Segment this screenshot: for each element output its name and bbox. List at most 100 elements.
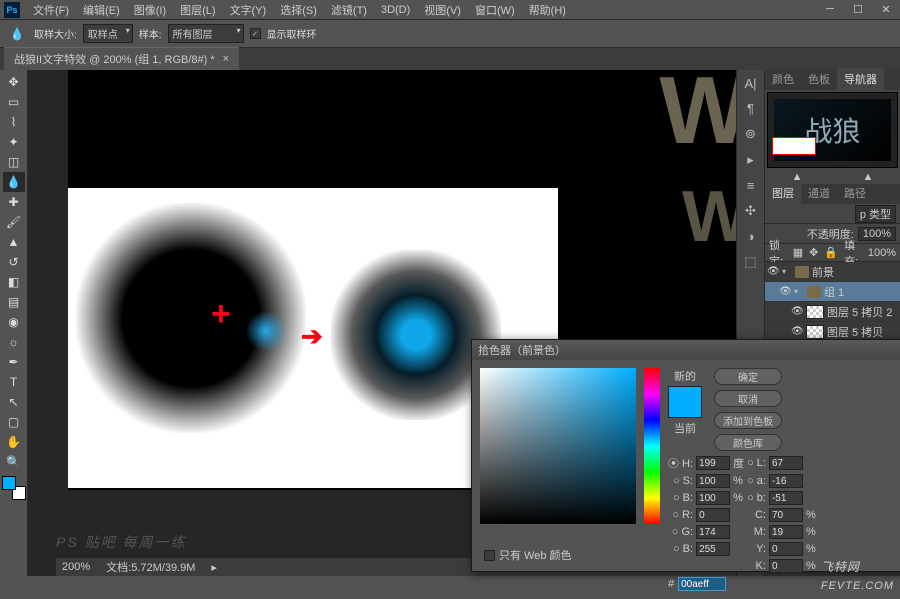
- navigator-preview[interactable]: 战狼: [767, 92, 898, 168]
- sample-size-dropdown[interactable]: 取样点: [83, 24, 133, 43]
- visibility-icon[interactable]: 👁: [779, 286, 791, 297]
- tab-swatches[interactable]: 色板: [801, 68, 837, 90]
- shape-tool[interactable]: ▢: [3, 412, 25, 432]
- m-input[interactable]: [769, 525, 803, 539]
- menu-image[interactable]: 图像(I): [127, 0, 173, 20]
- fill-value[interactable]: 100%: [868, 247, 896, 259]
- visibility-icon[interactable]: 👁: [791, 306, 803, 317]
- cloud-panel-icon[interactable]: ⊚: [745, 126, 756, 142]
- cancel-button[interactable]: 取消: [714, 390, 782, 407]
- doc-info-arrow[interactable]: ▸: [211, 561, 217, 574]
- hue-slider[interactable]: [644, 368, 660, 524]
- l-input[interactable]: [769, 456, 803, 470]
- dodge-tool[interactable]: ☼: [3, 332, 25, 352]
- document-tab[interactable]: 战狼II文字特效 @ 200% (组 1, RGB/8#) * ×: [4, 47, 239, 70]
- bb-label[interactable]: ○ B:: [668, 543, 693, 555]
- lock-all-icon[interactable]: 🔒: [824, 246, 838, 259]
- layer-row[interactable]: 👁▾前景: [765, 262, 900, 282]
- add-swatch-button[interactable]: 添加到色板: [714, 412, 782, 429]
- ok-button[interactable]: 确定: [714, 368, 782, 385]
- tab-paths[interactable]: 路径: [837, 182, 873, 204]
- g-input[interactable]: [696, 525, 730, 539]
- gradient-tool[interactable]: ▤: [3, 292, 25, 312]
- k-input[interactable]: [769, 559, 803, 573]
- tab-color[interactable]: 颜色: [765, 68, 801, 90]
- saturation-value-field[interactable]: [480, 368, 636, 524]
- l-label[interactable]: ○ L:: [747, 457, 766, 469]
- c-input[interactable]: [769, 508, 803, 522]
- menu-filter[interactable]: 滤镜(T): [324, 0, 374, 20]
- history-brush-tool[interactable]: ↺: [3, 252, 25, 272]
- 3d-panel-icon[interactable]: ⬚: [744, 254, 756, 270]
- history-panel-icon[interactable]: ▸: [747, 152, 754, 168]
- menu-help[interactable]: 帮助(H): [522, 0, 573, 20]
- color-swatches[interactable]: [2, 476, 26, 500]
- hex-input[interactable]: [678, 577, 726, 591]
- visibility-icon[interactable]: 👁: [791, 326, 803, 337]
- zoom-tool[interactable]: 🔍: [3, 452, 25, 472]
- s-label[interactable]: ○ S:: [668, 475, 693, 487]
- r-input[interactable]: [696, 508, 730, 522]
- h-label[interactable]: ⦿ H:: [668, 455, 693, 471]
- move-tool[interactable]: ✥: [3, 72, 25, 92]
- tab-layers[interactable]: 图层: [765, 182, 801, 204]
- b-label[interactable]: ○ B:: [668, 492, 693, 504]
- blur-tool[interactable]: ◉: [3, 312, 25, 332]
- b-input[interactable]: [696, 491, 730, 505]
- wand-tool[interactable]: ✦: [3, 132, 25, 152]
- hand-tool[interactable]: ✋: [3, 432, 25, 452]
- s-input[interactable]: [696, 474, 730, 488]
- lab-b-input[interactable]: [769, 491, 803, 505]
- pen-tool[interactable]: ✒: [3, 352, 25, 372]
- menu-select[interactable]: 选择(S): [273, 0, 324, 20]
- bb-input[interactable]: [696, 542, 730, 556]
- heal-tool[interactable]: ✚: [3, 192, 25, 212]
- layer-kind-filter[interactable]: p 类型: [855, 205, 896, 223]
- stamp-tool[interactable]: ▲: [3, 232, 25, 252]
- marquee-tool[interactable]: ▭: [3, 92, 25, 112]
- lock-pixels-icon[interactable]: ▦: [793, 246, 803, 259]
- zoom-level[interactable]: 200%: [62, 561, 90, 573]
- menu-type[interactable]: 文字(Y): [223, 0, 274, 20]
- paragraph-panel-icon[interactable]: ¶: [747, 101, 754, 116]
- eraser-tool[interactable]: ◧: [3, 272, 25, 292]
- layer-row[interactable]: 👁图层 5 拷贝 2: [765, 302, 900, 322]
- menu-window[interactable]: 窗口(W): [468, 0, 522, 20]
- menu-3d[interactable]: 3D(D): [374, 2, 417, 18]
- y-input[interactable]: [769, 542, 803, 556]
- sample-dropdown[interactable]: 所有图层: [168, 24, 244, 43]
- a-label[interactable]: ○ a:: [747, 475, 766, 487]
- menu-layer[interactable]: 图层(L): [173, 0, 222, 20]
- menu-file[interactable]: 文件(F): [26, 0, 76, 20]
- expand-arrow-icon[interactable]: ▾: [794, 287, 804, 296]
- brush-tool[interactable]: 🖌: [3, 212, 25, 232]
- adjustments-panel-icon[interactable]: ≡: [747, 178, 755, 193]
- picker-titlebar[interactable]: 拾色器（前景色） ✕: [472, 340, 900, 360]
- lasso-tool[interactable]: ⌇: [3, 112, 25, 132]
- menu-view[interactable]: 视图(V): [417, 0, 468, 20]
- g-label[interactable]: ○ G:: [668, 526, 693, 538]
- styles-panel-icon[interactable]: ✣: [745, 203, 756, 219]
- color-library-button[interactable]: 颜色库: [714, 434, 782, 451]
- window-minimize[interactable]: ─: [816, 0, 844, 18]
- r-label[interactable]: ○ R:: [668, 509, 693, 521]
- menu-edit[interactable]: 编辑(E): [76, 0, 127, 20]
- window-maximize[interactable]: ☐: [844, 0, 872, 18]
- eyedropper-tool[interactable]: 💧: [3, 172, 25, 192]
- document-tab-close[interactable]: ×: [223, 53, 229, 65]
- opacity-value[interactable]: 100%: [858, 227, 896, 241]
- layer-row[interactable]: 👁▾组 1: [765, 282, 900, 302]
- a-input[interactable]: [769, 474, 803, 488]
- path-tool[interactable]: ↖: [3, 392, 25, 412]
- crop-tool[interactable]: ◫: [3, 152, 25, 172]
- char-panel-icon[interactable]: A|: [744, 76, 756, 91]
- window-close[interactable]: ✕: [872, 0, 900, 18]
- show-ring-checkbox[interactable]: ✓: [250, 28, 261, 39]
- props-panel-icon[interactable]: ◑: [747, 229, 755, 244]
- lock-position-icon[interactable]: ✥: [809, 246, 818, 259]
- lab-b-label[interactable]: ○ b:: [747, 492, 766, 504]
- visibility-icon[interactable]: 👁: [767, 266, 779, 277]
- expand-arrow-icon[interactable]: ▾: [782, 267, 792, 276]
- navigator-viewport-box[interactable]: [772, 137, 816, 155]
- type-tool[interactable]: T: [3, 372, 25, 392]
